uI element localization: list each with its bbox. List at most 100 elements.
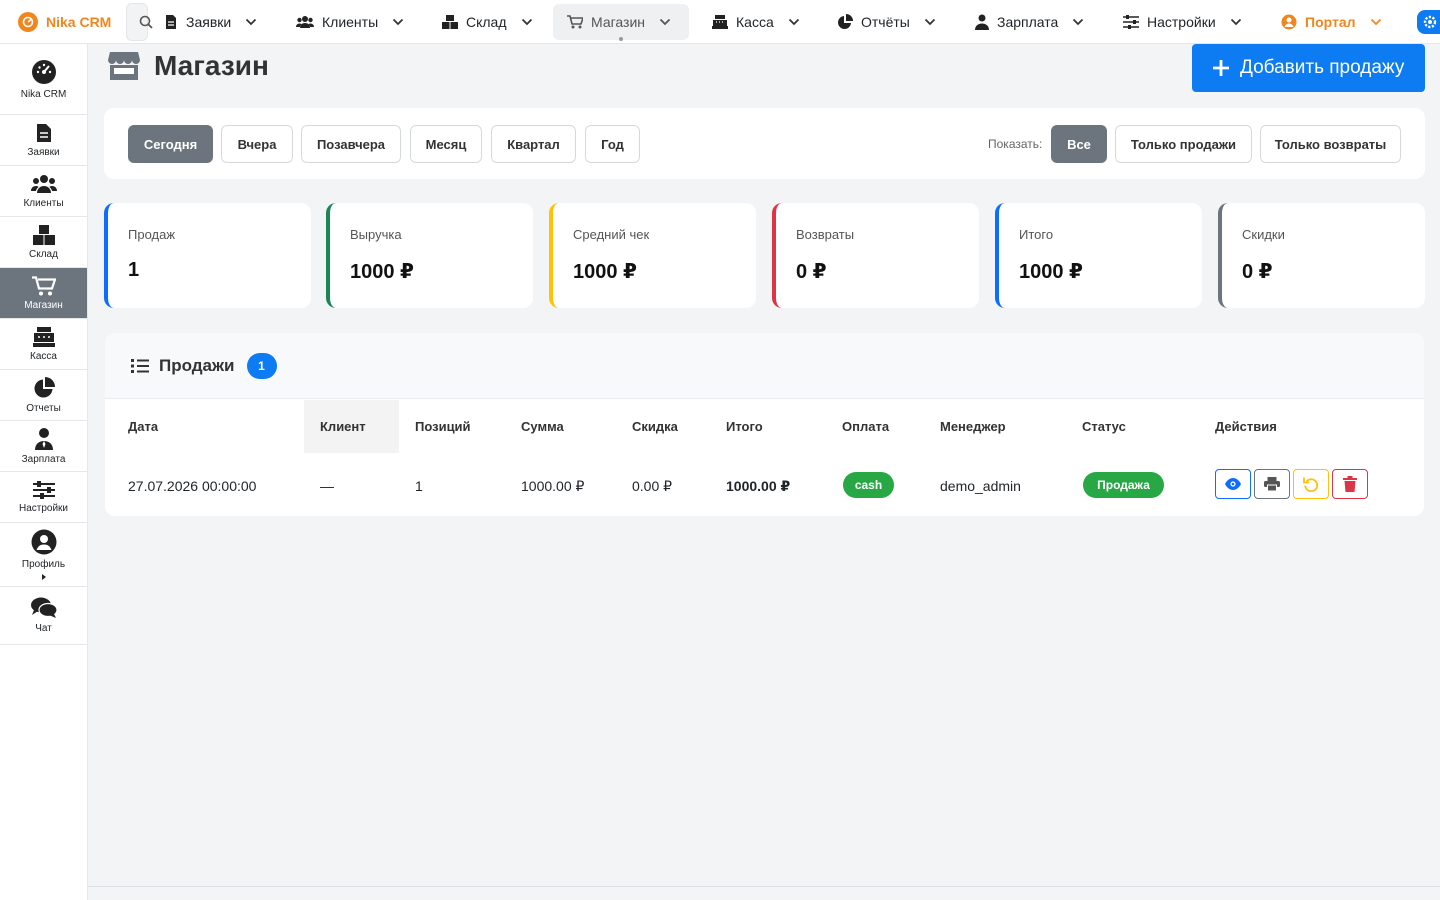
sidebar-item-clients[interactable]: Клиенты — [0, 166, 87, 217]
sidebar-item-requests[interactable]: Заявки — [0, 115, 87, 166]
cell-client: — — [320, 478, 334, 494]
top-navbar: Nika CRM Заявки Клиенты Склад Магазин Ка… — [0, 0, 1440, 44]
nav-item-salary[interactable]: Зарплата — [961, 4, 1098, 40]
type-returns-only-button[interactable]: Только возвраты — [1260, 125, 1401, 163]
chevron-down-icon — [659, 18, 671, 26]
nav-item-settings[interactable]: Настройки — [1109, 4, 1256, 40]
sidebar-item-label: Заявки — [27, 146, 60, 158]
sidebar-item-label: Касса — [30, 350, 57, 362]
file-icon — [164, 14, 178, 30]
print-button[interactable] — [1254, 469, 1290, 499]
search-toggle[interactable] — [126, 3, 153, 41]
sales-table-header: Продажи 1 — [105, 333, 1424, 399]
sidebar-item-settings[interactable]: Настройки — [0, 472, 87, 523]
cell-manager: demo_admin — [940, 478, 1021, 494]
user-tie-icon — [975, 14, 989, 30]
footer-divider — [88, 886, 1440, 887]
gear-icon — [1423, 15, 1437, 29]
delete-button[interactable] — [1332, 469, 1368, 499]
user-tie-icon — [34, 427, 53, 450]
column-header-payment[interactable]: Оплата — [842, 419, 889, 434]
period-today-button[interactable]: Сегодня — [128, 125, 213, 163]
type-all-button[interactable]: Все — [1051, 125, 1107, 163]
sidebar-item-label: Nika CRM — [20, 88, 67, 100]
type-sales-only-button[interactable]: Только продажи — [1115, 125, 1252, 163]
brand[interactable]: Nika CRM — [18, 12, 111, 32]
active-indicator — [619, 37, 623, 41]
nav-item-shop[interactable]: Магазин — [553, 4, 689, 40]
column-header-discount[interactable]: Скидка — [632, 419, 678, 434]
nav-item-requests[interactable]: Заявки — [150, 4, 271, 40]
status-badge: Продажа — [1083, 472, 1164, 498]
stat-value: 1 — [128, 259, 140, 281]
column-header-sum[interactable]: Сумма — [521, 419, 564, 434]
nav-label: Касса — [736, 14, 774, 30]
view-button[interactable] — [1215, 469, 1251, 499]
nav-item-clients[interactable]: Клиенты — [282, 4, 418, 40]
chevron-down-icon — [245, 18, 257, 26]
period-day-before-button[interactable]: Позавчера — [301, 125, 401, 163]
sidebar-item-label: Настройки — [18, 502, 69, 514]
stat-value: 1000 ₽ — [573, 261, 637, 283]
chevron-down-icon — [1370, 18, 1382, 26]
nav-item-cashbox[interactable]: Касса — [698, 4, 814, 40]
sidebar: Nika CRM Заявки Клиенты Склад Магазин Ка… — [0, 44, 88, 900]
chevron-down-icon — [788, 18, 800, 26]
stat-label: Продаж — [128, 227, 176, 242]
stat-card-returns: Возвраты 0 ₽ — [772, 203, 979, 308]
sidebar-item-label: Склад — [29, 248, 58, 260]
nav-item-warehouse[interactable]: Склад — [428, 4, 547, 40]
column-header-client[interactable]: Клиент — [320, 419, 366, 434]
period-yesterday-button[interactable]: Вчера — [221, 125, 293, 163]
add-sale-button[interactable]: Добавить продажу — [1192, 44, 1425, 92]
payment-badge: cash — [843, 472, 894, 498]
sales-table-card: Продажи 1 Дата Клиент Позиций Сумма Скид… — [105, 333, 1424, 516]
page-title: Магазин — [154, 50, 269, 81]
boxes-icon — [32, 224, 55, 245]
sidebar-item-warehouse[interactable]: Склад — [0, 217, 87, 268]
stat-label: Средний чек — [573, 227, 650, 242]
caret-right-icon — [41, 574, 46, 580]
cell-date: 27.07.2026 00:00:00 — [128, 478, 257, 494]
nav-item-portal[interactable]: Портал — [1267, 4, 1396, 40]
sidebar-item-shop[interactable]: Магазин — [0, 268, 87, 319]
column-header-total[interactable]: Итого — [726, 419, 763, 434]
sliders-icon — [1123, 15, 1139, 29]
boxes-icon — [442, 15, 458, 29]
period-year-button[interactable]: Год — [585, 125, 640, 163]
chevron-down-icon — [1230, 18, 1242, 26]
column-header-actions: Действия — [1215, 419, 1277, 434]
sidebar-item-cashbox[interactable]: Касса — [0, 319, 87, 370]
sidebar-item-profile[interactable]: Профиль — [0, 523, 87, 587]
chevron-down-icon — [1072, 18, 1084, 26]
filter-card: Сегодня Вчера Позавчера Месяц Квартал Го… — [104, 108, 1425, 179]
sidebar-item-salary[interactable]: Зарплата — [0, 421, 87, 472]
column-header-positions[interactable]: Позиций — [415, 419, 471, 434]
nav-label: Отчёты — [861, 14, 910, 30]
sidebar-item-home[interactable]: Nika CRM — [0, 44, 87, 115]
sidebar-item-reports[interactable]: Отчеты — [0, 370, 87, 421]
undo-icon — [1303, 476, 1319, 492]
nav-item-reports[interactable]: Отчёты — [823, 4, 950, 40]
sidebar-item-label: Отчеты — [26, 402, 61, 414]
cell-discount: 0.00 ₽ — [632, 478, 673, 494]
stat-value: 0 ₽ — [1242, 261, 1273, 283]
stat-card-revenue: Выручка 1000 ₽ — [326, 203, 533, 308]
stat-value: 0 ₽ — [796, 261, 827, 283]
sidebar-item-chat[interactable]: Чат — [0, 587, 87, 645]
cart-icon — [31, 275, 56, 296]
return-button[interactable] — [1293, 469, 1329, 499]
period-quarter-button[interactable]: Квартал — [491, 125, 576, 163]
sidebar-item-label: Зарплата — [21, 453, 66, 465]
column-header-date[interactable]: Дата — [128, 419, 158, 434]
settings-gear-button[interactable] — [1417, 10, 1440, 34]
column-header-manager[interactable]: Менеджер — [940, 419, 1006, 434]
comments-icon — [30, 597, 57, 619]
users-icon — [30, 174, 57, 194]
cell-positions: 1 — [415, 478, 423, 494]
period-month-button[interactable]: Месяц — [410, 125, 482, 163]
brand-label: Nika CRM — [46, 14, 112, 30]
stat-label: Скидки — [1242, 227, 1285, 242]
eye-icon — [1225, 478, 1241, 490]
column-header-status: Статус — [1082, 419, 1126, 434]
